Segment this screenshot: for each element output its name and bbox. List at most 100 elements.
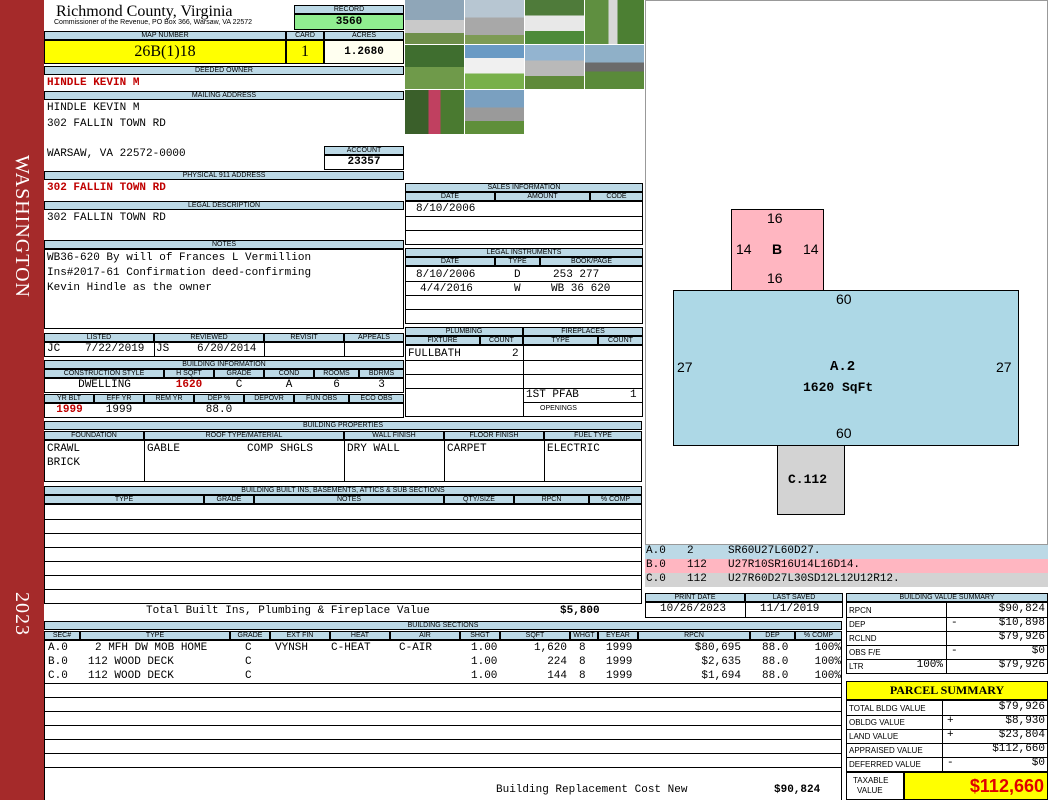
- section-rpcn: $1,694: [701, 670, 741, 682]
- sketch-dim: 16: [767, 210, 783, 226]
- properties-col: WALL FINISH: [344, 431, 444, 440]
- sidebar-year: 2023: [11, 592, 33, 636]
- legal-instruments-table: 8/10/2006 D 253 277 4/4/2016 W WB 36 620: [405, 266, 643, 324]
- sketch-section-label: A.2: [830, 359, 856, 375]
- section-comp: 100%: [814, 642, 841, 654]
- openings-label: OPENINGS: [540, 405, 577, 412]
- section-dep: 88.0: [762, 656, 789, 668]
- heated-sqft: 1620: [175, 379, 203, 391]
- properties-col: FUEL TYPE: [544, 431, 642, 440]
- fireplace-count: 1: [630, 389, 637, 401]
- print-date: 10/26/2023: [660, 603, 727, 615]
- sketch-dim: 27: [677, 359, 693, 375]
- instrument-date: 4/4/2016: [420, 283, 473, 295]
- building-info-col: CONSTRUCTION STYLE: [44, 369, 164, 378]
- photo-thumbnail[interactable]: [465, 0, 524, 44]
- builtins-total-label: Total Built Ins, Plumbing & Fireplace Va…: [146, 605, 430, 617]
- vector-num: 2: [687, 545, 694, 557]
- legal-description-value: 302 FALLIN TOWN RD: [47, 212, 166, 224]
- section-grade: C: [245, 656, 252, 668]
- sketch-vector-row: A.0 2 SR60U27L60D27.: [645, 545, 1048, 559]
- fireplaces-col: TYPE: [523, 336, 598, 345]
- notes-box: WB36-620 By will of Frances L Vermillion…: [44, 249, 404, 329]
- notes-label: NOTES: [44, 240, 404, 249]
- listed-row: JC 7/22/2019 JS 6/20/2014: [44, 342, 404, 357]
- photo-thumbnail[interactable]: [525, 45, 584, 89]
- photo-thumbnail[interactable]: [525, 0, 584, 44]
- plumbing-title: PLUMBING: [405, 327, 523, 336]
- photo-thumbnail[interactable]: [585, 45, 644, 89]
- section-number: C.0: [48, 670, 68, 682]
- parcel-label: LAND VALUE: [849, 732, 899, 741]
- section-air: C-AIR: [399, 642, 433, 654]
- parcel-label: APPRAISED VALUE: [849, 746, 923, 755]
- physical-address-label: PHYSICAL 911 ADDRESS: [44, 171, 404, 180]
- notes-line: WB36-620 By will of Frances L Vermillion: [47, 252, 312, 264]
- section-whgt: 8: [579, 642, 586, 654]
- county-sidebar: WASHINGTON 2023: [0, 0, 44, 800]
- photo-thumbnail[interactable]: [585, 0, 644, 44]
- photo-thumbnail[interactable]: [465, 90, 524, 134]
- sketch-dim: 60: [836, 425, 852, 441]
- photo-thumbnail[interactable]: [465, 45, 524, 89]
- summary-label: DEP: [849, 620, 866, 629]
- summary-ltr-pct: 100%: [916, 659, 943, 671]
- taxable-value: $112,660: [904, 772, 1048, 800]
- builtins-col: GRADE: [204, 495, 254, 504]
- building-info-col: ROOMS: [314, 369, 359, 378]
- notes-line: Kevin Hindle as the owner: [47, 282, 213, 294]
- properties-col: FOUNDATION: [44, 431, 144, 440]
- building-sketch: 16 14 B 14 16 60 27 A.2 1620 SqFt 27 60 …: [645, 0, 1048, 545]
- section-comp: 100%: [814, 670, 841, 682]
- building-info-col: EFF YR: [94, 394, 144, 403]
- section-sqft: 144: [547, 670, 567, 682]
- sections-col: AIR: [390, 631, 460, 640]
- builtins-col: TYPE: [44, 495, 204, 504]
- legal-instruments-col: TYPE: [495, 257, 540, 266]
- vector-num: 112: [687, 573, 707, 585]
- section-shgt: 1.00: [471, 656, 498, 668]
- roof-material: COMP SHGLS: [247, 443, 314, 455]
- building-info-col: ECO OBS: [349, 394, 404, 403]
- deeded-owner-label: DEEDED OWNER: [44, 66, 404, 75]
- fireplaces-col: COUNT: [598, 336, 643, 345]
- sketch-section-label: B: [772, 241, 783, 257]
- revisit-label: REVISIT: [264, 333, 344, 342]
- properties-col: FLOOR FINISH: [444, 431, 544, 440]
- parcel-summary-table: TOTAL BLDG VALUE $79,926 OBLDG VALUE + $…: [846, 700, 1048, 772]
- summary-label: LTR: [849, 662, 864, 671]
- sections-col: RPCN: [638, 631, 750, 640]
- section-number: B.0: [48, 656, 68, 668]
- foundation: CRAWL: [47, 443, 81, 455]
- parcel-summary-title: PARCEL SUMMARY: [846, 681, 1048, 700]
- card-label: CARD: [286, 31, 324, 40]
- instrument-type: D: [514, 269, 521, 281]
- photo-thumbnail[interactable]: [405, 45, 464, 89]
- sketch-dim: 14: [803, 241, 819, 257]
- parcel-value: $23,804: [998, 729, 1045, 741]
- section-type: 112 WOOD DECK: [88, 656, 174, 668]
- building-info-row: DWELLING 1620 C A 6 3: [44, 378, 404, 393]
- taxable-label-box: TAXABLE VALUE: [846, 772, 904, 800]
- builtins-table: [44, 504, 642, 604]
- summary-value: $79,926: [998, 659, 1045, 671]
- wall-finish: DRY WALL: [347, 443, 400, 455]
- vector-string: U27R10SR16U14L16D14.: [728, 559, 861, 571]
- vector-string: SR60U27L60D27.: [728, 545, 821, 557]
- section-heat: C-HEAT: [331, 642, 371, 654]
- condition: A: [285, 379, 293, 391]
- instrument-date: 8/10/2006: [416, 269, 476, 281]
- mailing-address-label: MAILING ADDRESS: [44, 91, 404, 100]
- plumbing-fixture: FULLBATH: [408, 348, 461, 360]
- section-dep: 88.0: [762, 670, 789, 682]
- photo-thumbnail[interactable]: [405, 0, 464, 44]
- section-whgt: 8: [579, 656, 586, 668]
- builtins-col: QTY/SIZE: [444, 495, 514, 504]
- sections-col: SQFT: [500, 631, 570, 640]
- last-saved-label: LAST SAVED: [745, 593, 843, 602]
- section-type: 2 MFH DW MOB HOME: [95, 642, 208, 654]
- dates-row: 10/26/2023 11/1/2019: [645, 602, 843, 618]
- section-shgt: 1.00: [471, 670, 498, 682]
- effective-year: 1999: [105, 404, 133, 416]
- photo-thumbnail[interactable]: [405, 90, 464, 134]
